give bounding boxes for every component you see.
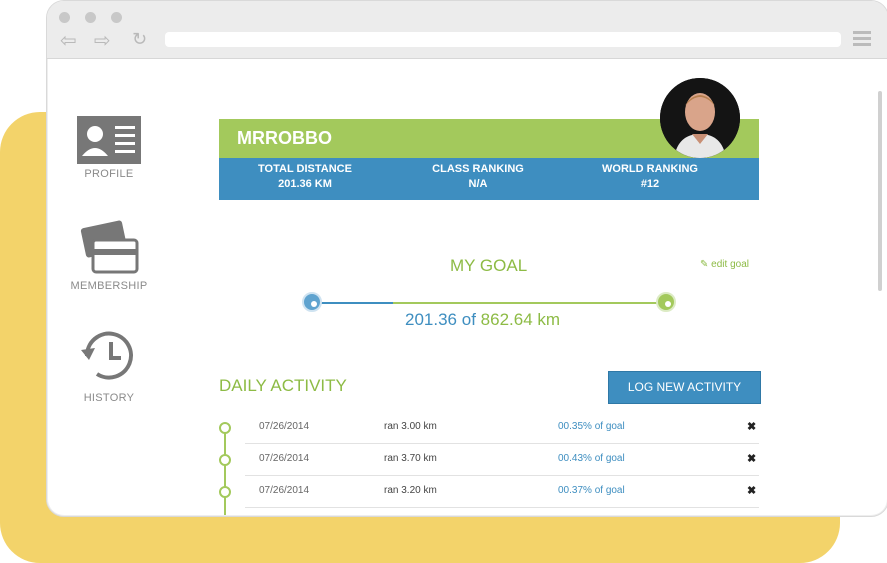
activity-goal-percent: 00.43% of goal: [558, 453, 625, 464]
activity-date: 07/26/2014: [259, 453, 310, 464]
activity-date: 07/26/2014: [259, 485, 310, 496]
daily-activity-title: DAILY ACTIVITY: [219, 376, 347, 395]
activity-row: 07/26/2014 ran 3.00 km 00.35% of goal ✖: [245, 411, 759, 444]
log-new-activity-button[interactable]: LOG NEW ACTIVITY: [608, 371, 761, 404]
scrollbar[interactable]: [878, 91, 882, 291]
stat-label: CLASS RANKING: [432, 163, 524, 175]
stat-value: #12: [640, 178, 660, 190]
stat-class-ranking: CLASS RANKING N/A: [403, 162, 553, 192]
window-dot-close[interactable]: [59, 12, 70, 23]
stat-label: TOTAL DISTANCE: [258, 163, 352, 175]
goal-progress-fill: [312, 302, 394, 304]
forward-arrow-icon[interactable]: ⇨: [94, 30, 111, 50]
sidebar-item-membership[interactable]: MEMBERSHIP: [64, 216, 154, 292]
activity-row: 07/26/2014 ran 3.20 km 00.37% of goal ✖: [245, 475, 759, 508]
activity-row: 07/26/2014 ran 3.70 km 00.43% of goal ✖: [245, 443, 759, 476]
stat-label: WORLD RANKING: [602, 163, 698, 175]
timeline-node: [219, 454, 231, 466]
goal-title: MY GOAL: [450, 256, 528, 275]
sidebar-item-label: PROFILE: [84, 168, 134, 180]
delete-icon[interactable]: ✖: [747, 443, 756, 475]
activity-date: 07/26/2014: [259, 421, 310, 432]
timeline-line: [224, 427, 226, 515]
browser-toolbar: ⇦ ⇨ ↻: [47, 1, 887, 59]
stat-world-ranking: WORLD RANKING #12: [575, 162, 725, 192]
window-dot-minimize[interactable]: [85, 12, 96, 23]
timeline-node: [219, 486, 231, 498]
username: MRROBBO: [237, 128, 332, 148]
activity-distance: ran 3.00 km: [384, 421, 437, 432]
sidebar-item-label: MEMBERSHIP: [70, 280, 148, 292]
goal-progress-text: 201.36 of 862.64 km: [405, 310, 560, 330]
profile-card-icon: [77, 116, 141, 164]
goal-end-node: [656, 292, 676, 312]
goal-separator: of: [461, 310, 476, 329]
timeline-node: [219, 422, 231, 434]
sidebar-item-label: HISTORY: [83, 392, 135, 404]
pencil-icon: ✎: [700, 259, 709, 270]
goal-progress-track: [312, 302, 666, 304]
back-arrow-icon[interactable]: ⇦: [60, 30, 77, 50]
hamburger-menu-icon[interactable]: [853, 31, 871, 46]
page-bottom-spacer: [46, 515, 887, 563]
edit-goal-link[interactable]: ✎ edit goal: [700, 259, 749, 270]
sidebar-item-profile[interactable]: PROFILE: [64, 116, 154, 180]
delete-icon[interactable]: ✖: [747, 475, 756, 507]
avatar[interactable]: [660, 78, 740, 158]
edit-goal-label: edit goal: [711, 259, 749, 270]
address-bar[interactable]: [165, 32, 841, 47]
activity-goal-percent: 00.35% of goal: [558, 421, 625, 432]
activity-distance: ran 3.70 km: [384, 453, 437, 464]
profile-stats-bar: TOTAL DISTANCE 201.36 KM CLASS RANKING N…: [219, 158, 759, 200]
stat-value: 201.36 KM: [278, 178, 332, 190]
sidebar-item-history[interactable]: HISTORY: [64, 326, 154, 404]
delete-icon[interactable]: ✖: [747, 411, 756, 443]
goal-start-node: [302, 292, 322, 312]
credit-card-icon: [80, 220, 139, 274]
stat-total-distance: TOTAL DISTANCE 201.36 KM: [230, 162, 380, 192]
goal-current: 201.36: [405, 310, 457, 329]
window-dot-maximize[interactable]: [111, 12, 122, 23]
history-clock-icon: [81, 331, 133, 380]
reload-icon[interactable]: ↻: [132, 30, 147, 50]
goal-target: 862.64 km: [480, 310, 561, 329]
stat-value: N/A: [468, 178, 488, 190]
activity-goal-percent: 00.37% of goal: [558, 485, 625, 496]
activity-distance: ran 3.20 km: [384, 485, 437, 496]
